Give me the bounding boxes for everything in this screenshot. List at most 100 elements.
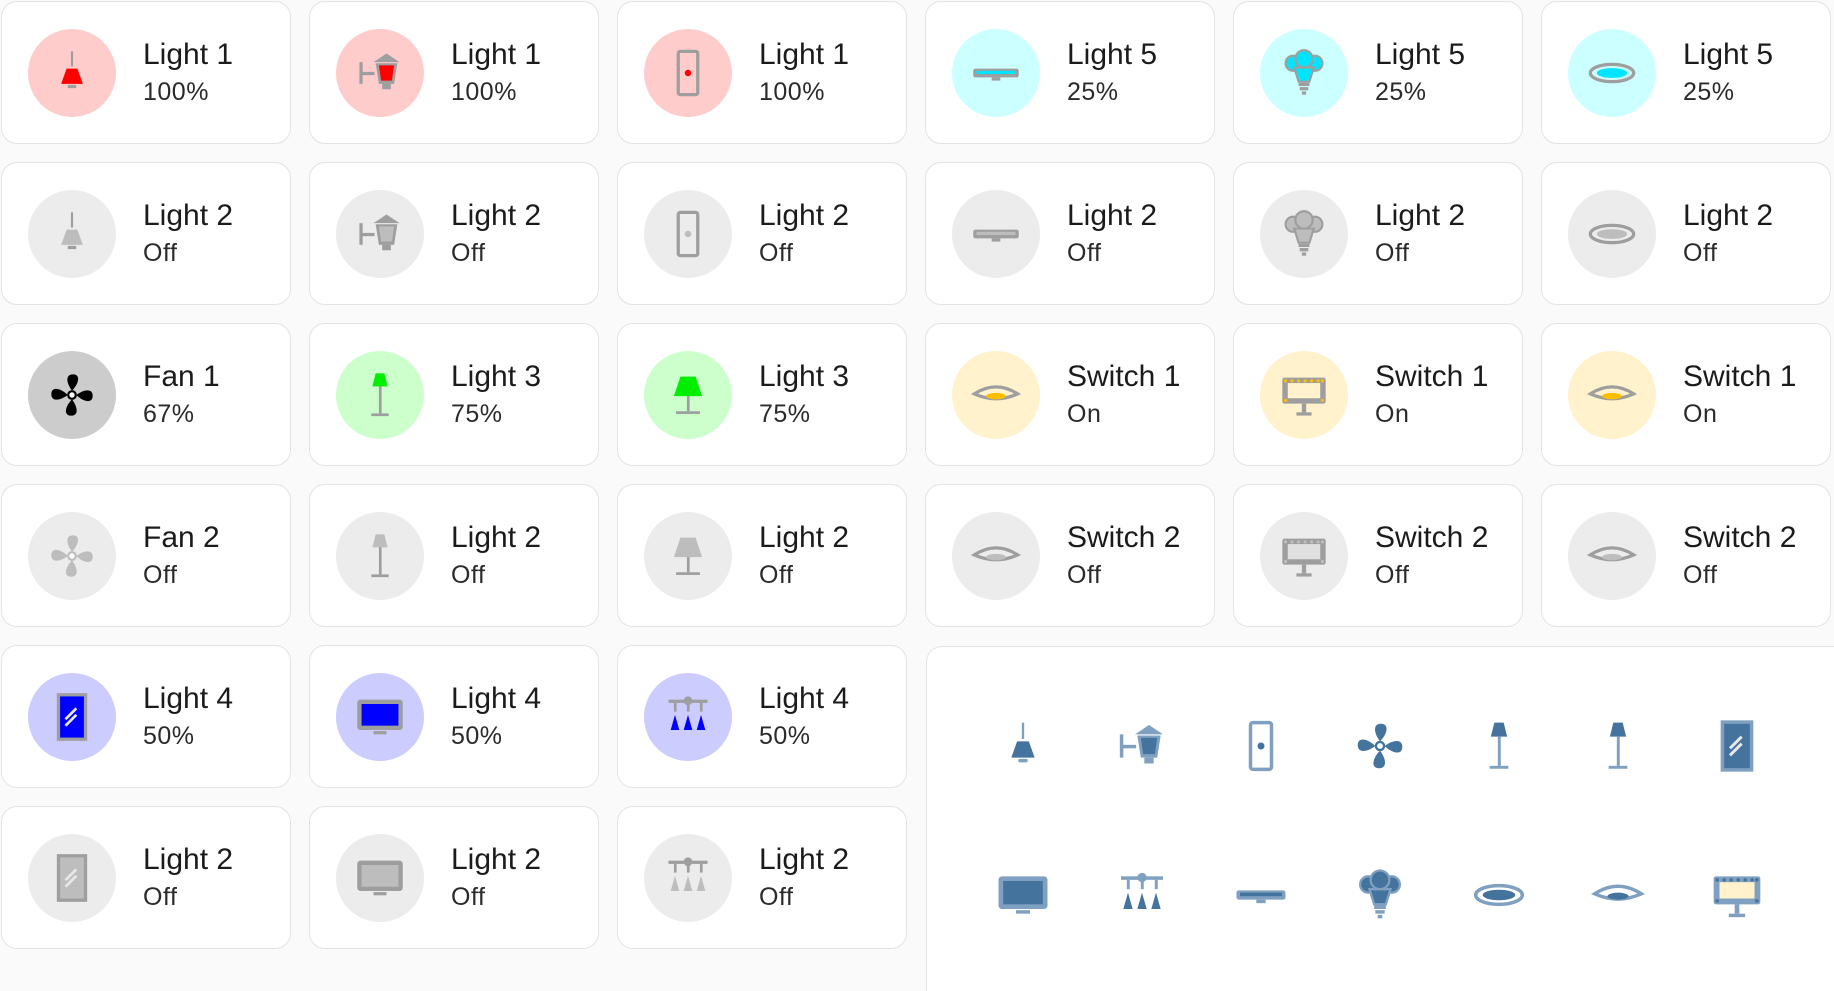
- vanity-mirror-icon[interactable]: [1260, 512, 1348, 600]
- entity-tile[interactable]: Light 2 Off: [1, 162, 291, 305]
- entity-tile[interactable]: Light 2 Off: [925, 162, 1215, 305]
- entity-name: Light 1: [143, 38, 234, 71]
- entity-name: Switch 2: [1683, 521, 1797, 554]
- entity-tile[interactable]: Switch 2 Off: [925, 484, 1215, 627]
- entity-name: Light 3: [451, 360, 542, 393]
- entity-tile[interactable]: Light 5 25%: [1541, 1, 1831, 144]
- entity-tile[interactable]: Switch 1 On: [1541, 323, 1831, 466]
- ceiling-bulbs-icon[interactable]: [1352, 867, 1408, 923]
- entity-name: Light 4: [759, 682, 850, 715]
- entity-tile[interactable]: Light 2 Off: [309, 162, 599, 305]
- entity-state: Off: [451, 883, 486, 911]
- flush-light-icon[interactable]: [952, 351, 1040, 439]
- strip-light-icon[interactable]: [952, 29, 1040, 117]
- entity-tile[interactable]: Fan 1 67%: [1, 323, 291, 466]
- entity-name: Light 2: [1067, 199, 1158, 232]
- entity-name: Fan 2: [143, 521, 220, 554]
- chandelier-icon[interactable]: [1114, 867, 1170, 923]
- flush-light-icon[interactable]: [1568, 512, 1656, 600]
- fan-icon[interactable]: [28, 512, 116, 600]
- hanging-lamp-icon[interactable]: [995, 718, 1051, 774]
- ceiling-disc-icon[interactable]: [1568, 29, 1656, 117]
- vanity-mirror-icon[interactable]: [1260, 351, 1348, 439]
- entity-state: Off: [143, 239, 178, 267]
- entity-tile[interactable]: Light 2 Off: [1541, 162, 1831, 305]
- hanging-lamp-icon[interactable]: [28, 190, 116, 278]
- light-switch-icon[interactable]: [644, 190, 732, 278]
- entity-tile[interactable]: Light 4 50%: [309, 645, 599, 788]
- entity-name: Light 2: [759, 521, 850, 554]
- entity-tile[interactable]: Light 3 75%: [617, 323, 907, 466]
- entity-tile[interactable]: Switch 2 Off: [1233, 484, 1523, 627]
- table-lamp-icon[interactable]: [644, 512, 732, 600]
- entity-tile[interactable]: Light 4 50%: [1, 645, 291, 788]
- entity-state: 75%: [451, 400, 503, 428]
- entity-tile[interactable]: Light 2 Off: [309, 484, 599, 627]
- entity-state: Off: [1375, 561, 1410, 589]
- wall-lantern-icon[interactable]: [1114, 718, 1170, 774]
- entity-tile[interactable]: Light 2 Off: [617, 162, 907, 305]
- entity-tile[interactable]: Light 2 Off: [1, 806, 291, 949]
- fan-icon[interactable]: [1352, 718, 1408, 774]
- chandelier-icon[interactable]: [644, 673, 732, 761]
- entity-state: Off: [143, 561, 178, 589]
- ceiling-disc-icon[interactable]: [1568, 190, 1656, 278]
- entity-state: 25%: [1683, 78, 1735, 106]
- monitor-icon[interactable]: [995, 867, 1051, 923]
- wall-lantern-icon[interactable]: [336, 190, 424, 278]
- floor-lamp-icon[interactable]: [1471, 718, 1527, 774]
- mirror-icon[interactable]: [28, 673, 116, 761]
- entity-tile[interactable]: Light 1 100%: [309, 1, 599, 144]
- hanging-lamp-icon[interactable]: [28, 29, 116, 117]
- entity-tile[interactable]: Light 1 100%: [1, 1, 291, 144]
- strip-light-icon[interactable]: [1233, 867, 1289, 923]
- entity-tile[interactable]: Light 2 Off: [309, 806, 599, 949]
- monitor-icon[interactable]: [336, 834, 424, 922]
- entity-state: 25%: [1067, 78, 1119, 106]
- light-switch-icon[interactable]: [1233, 718, 1289, 774]
- mirror-icon[interactable]: [1709, 718, 1765, 774]
- flush-light-icon[interactable]: [1568, 351, 1656, 439]
- entity-state: Off: [1067, 561, 1102, 589]
- entity-name: Light 2: [451, 199, 542, 232]
- flush-light-icon[interactable]: [952, 512, 1040, 600]
- entity-name: Light 2: [1683, 199, 1774, 232]
- fan-icon[interactable]: [28, 351, 116, 439]
- entity-tile[interactable]: Switch 1 On: [1233, 323, 1523, 466]
- entity-tile[interactable]: Light 2 Off: [1233, 162, 1523, 305]
- entity-state: Off: [1683, 561, 1718, 589]
- entity-name: Light 5: [1375, 38, 1466, 71]
- entity-name: Light 2: [759, 843, 850, 876]
- table-lamp-icon[interactable]: [644, 351, 732, 439]
- monitor-icon[interactable]: [336, 673, 424, 761]
- floor-lamp-icon[interactable]: [1590, 718, 1646, 774]
- entity-name: Light 1: [451, 38, 542, 71]
- entity-state: Off: [1683, 239, 1718, 267]
- entity-tile[interactable]: Switch 2 Off: [1541, 484, 1831, 627]
- light-switch-icon[interactable]: [644, 29, 732, 117]
- entity-state: On: [1067, 400, 1102, 428]
- floor-lamp-icon[interactable]: [336, 351, 424, 439]
- vanity-mirror-icon[interactable]: [1709, 867, 1765, 923]
- entity-state: Off: [451, 239, 486, 267]
- entity-state: 25%: [1375, 78, 1427, 106]
- flush-light-icon[interactable]: [1590, 867, 1646, 923]
- chandelier-icon[interactable]: [644, 834, 732, 922]
- entity-tile[interactable]: Light 2 Off: [617, 806, 907, 949]
- entity-tile[interactable]: Light 5 25%: [925, 1, 1215, 144]
- entity-tile[interactable]: Light 3 75%: [309, 323, 599, 466]
- strip-light-icon[interactable]: [952, 190, 1040, 278]
- entity-tile[interactable]: Fan 2 Off: [1, 484, 291, 627]
- entity-name: Fan 1: [143, 360, 220, 393]
- ceiling-bulbs-icon[interactable]: [1260, 29, 1348, 117]
- mirror-icon[interactable]: [28, 834, 116, 922]
- entity-tile[interactable]: Light 1 100%: [617, 1, 907, 144]
- entity-tile[interactable]: Switch 1 On: [925, 323, 1215, 466]
- entity-tile[interactable]: Light 4 50%: [617, 645, 907, 788]
- floor-lamp-icon[interactable]: [336, 512, 424, 600]
- entity-tile[interactable]: Light 2 Off: [617, 484, 907, 627]
- entity-tile[interactable]: Light 5 25%: [1233, 1, 1523, 144]
- ceiling-bulbs-icon[interactable]: [1260, 190, 1348, 278]
- wall-lantern-icon[interactable]: [336, 29, 424, 117]
- ceiling-disc-icon[interactable]: [1471, 867, 1527, 923]
